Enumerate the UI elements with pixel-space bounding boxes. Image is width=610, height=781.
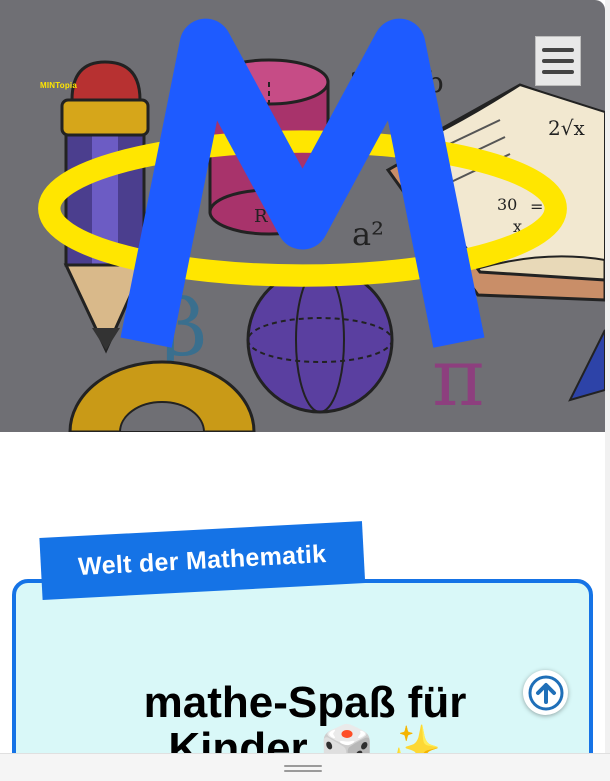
logo-text: MINTopia [40, 81, 78, 90]
page: r h R 2a + b a² β π 2√x 30 x = c² MINTop… [0, 0, 610, 781]
heading-line-1: mathe-Spaß für [143, 678, 467, 727]
scrollbar-track[interactable] [605, 0, 610, 781]
hero-image: r h R 2a + b a² β π 2√x 30 x = c² MINTop… [0, 0, 605, 432]
arrow-up-circle-icon [528, 675, 563, 710]
section-label-text: Welt der Mathematik [77, 539, 327, 581]
hamburger-menu-icon [542, 48, 574, 52]
mintopia-logo[interactable] [0, 0, 605, 432]
scroll-to-top-button[interactable] [523, 670, 568, 715]
hamburger-menu-button[interactable] [535, 36, 581, 86]
drag-handle-icon[interactable] [284, 765, 322, 773]
